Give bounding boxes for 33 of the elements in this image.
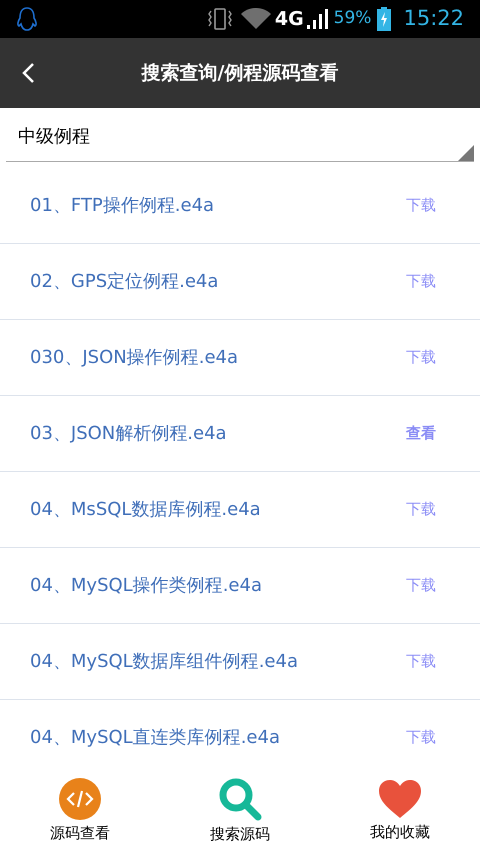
network-label: 4G: [274, 6, 304, 32]
list-item[interactable]: 02、GPS定位例程.e4a 下载: [0, 244, 480, 320]
action-link[interactable]: 下载: [406, 650, 436, 673]
code-icon: [59, 778, 101, 820]
dropdown-arrow-icon: [458, 145, 474, 161]
back-icon: [21, 62, 35, 84]
heart-icon: [378, 778, 422, 819]
wifi-icon: [240, 7, 271, 31]
action-link[interactable]: 下载: [406, 498, 436, 521]
list-item[interactable]: 01、FTP操作例程.e4a 下载: [0, 168, 480, 244]
list-item[interactable]: 04、MySQL数据库组件例程.e4a 下载: [0, 624, 480, 700]
list-item[interactable]: 04、MsSQL数据库例程.e4a 下载: [0, 472, 480, 548]
action-link[interactable]: 下载: [406, 574, 436, 597]
action-link[interactable]: 下载: [406, 726, 436, 749]
search-icon: [218, 776, 262, 821]
list-item[interactable]: 03、JSON解析例程.e4a 查看: [0, 396, 480, 472]
nav-tab[interactable]: 搜索源码: [160, 768, 320, 854]
battery-icon: [377, 7, 392, 31]
battery-percent: 59%: [334, 7, 372, 30]
category-dropdown[interactable]: 中级例程: [6, 112, 474, 162]
list-item[interactable]: 04、MySQL操作类例程.e4a 下载: [0, 548, 480, 624]
action-link[interactable]: 下载: [406, 194, 436, 217]
signal-icon: [306, 8, 330, 30]
nav-tab[interactable]: 源码查看: [0, 768, 160, 854]
action-link[interactable]: 下载: [406, 270, 436, 293]
clock: 15:22: [403, 5, 464, 32]
action-link[interactable]: 下载: [406, 346, 436, 369]
action-link[interactable]: 查看: [406, 422, 436, 445]
vibrate-icon: [206, 6, 233, 32]
nav-tab[interactable]: 我的收藏: [320, 768, 480, 854]
page-title: 搜索查询/例程源码查看: [142, 60, 338, 86]
penguin-icon: [16, 6, 38, 32]
list-item[interactable]: 030、JSON操作例程.e4a 下载: [0, 320, 480, 396]
